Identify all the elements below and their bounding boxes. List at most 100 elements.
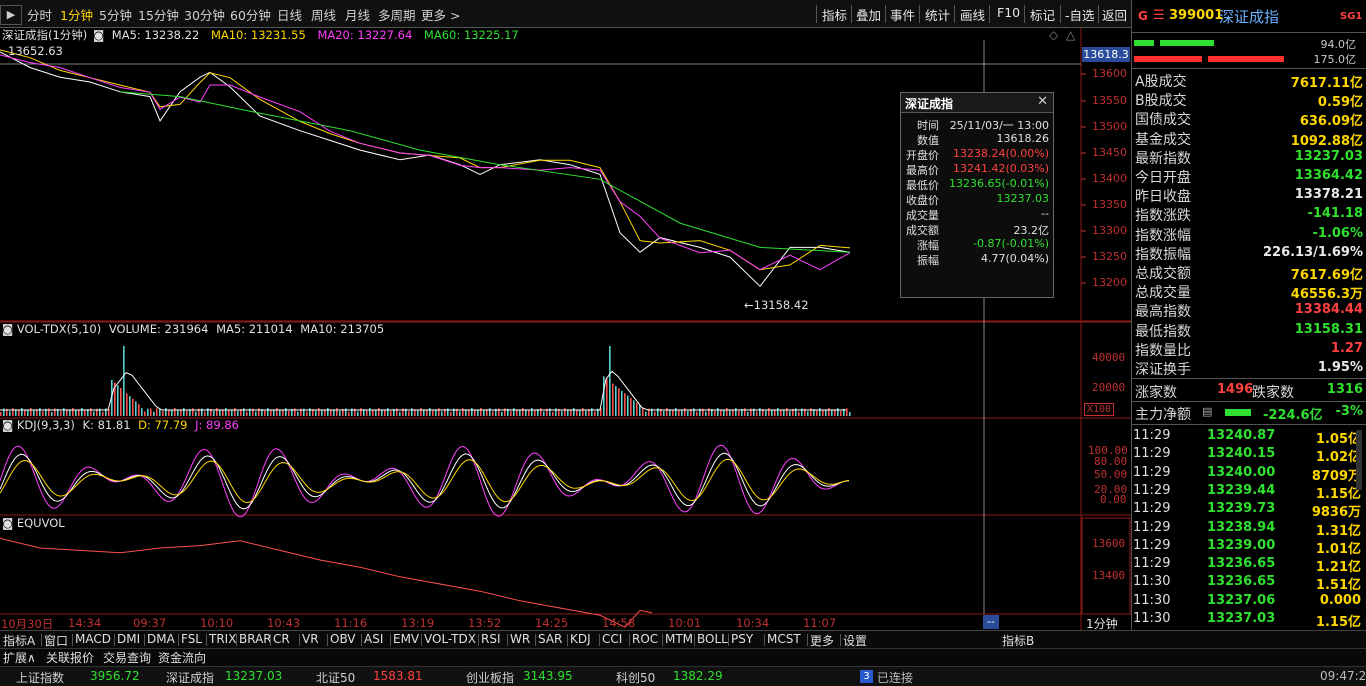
volume-bar: [735, 408, 737, 416]
volume-bar: [642, 408, 644, 416]
indicator-tab-24[interactable]: 更多: [810, 632, 834, 649]
list-icon[interactable]: ▤: [1202, 405, 1212, 418]
collapse-arrow-icon[interactable]: ▶: [0, 5, 22, 25]
tool-mark[interactable]: 标记: [1030, 5, 1055, 24]
indicator-tab-21[interactable]: BOLL: [697, 632, 728, 646]
period-30min[interactable]: 30分钟: [184, 5, 225, 24]
indicator-tab-b[interactable]: 指标B: [1002, 632, 1034, 649]
tool-back[interactable]: 返回: [1102, 5, 1127, 24]
period-15min[interactable]: 15分钟: [138, 5, 179, 24]
period-fenshi[interactable]: 分时: [27, 5, 52, 24]
tool-f10[interactable]: F10: [997, 5, 1020, 20]
stat-value: 1092.88亿: [1290, 133, 1363, 149]
tool-indicator[interactable]: 指标: [822, 5, 847, 24]
volume-bar: [795, 408, 797, 416]
indicator-tab-6[interactable]: TRIX: [209, 632, 236, 646]
period-1min[interactable]: 1分钟: [60, 5, 93, 24]
mainflow-bar: [1225, 409, 1251, 416]
indicator-tab-9[interactable]: VR: [302, 632, 319, 646]
kdj-j-line: [0, 444, 850, 518]
diamond-icon[interactable]: ◇: [1049, 28, 1058, 42]
status-index-name[interactable]: 北证50: [316, 669, 355, 686]
indicator-tab-19[interactable]: ROC: [632, 632, 658, 646]
menu-icon[interactable]: ☰: [1153, 8, 1165, 23]
volume-bar: [786, 408, 788, 416]
indicator-tab-12[interactable]: EMV: [393, 632, 419, 646]
tool-draw[interactable]: 画线: [960, 5, 985, 24]
tool-event[interactable]: 事件: [890, 5, 915, 24]
indicator-tab-25[interactable]: 设置: [843, 632, 867, 649]
stat-label: 今日开盘: [1135, 170, 1191, 186]
volume-bar: [204, 411, 206, 416]
indicator-tab-3[interactable]: DMI: [117, 632, 140, 646]
status-index-value: 1382.29: [673, 669, 723, 683]
chart-settings-icon[interactable]: ◙: [2, 418, 13, 432]
subtab-trade[interactable]: 交易查询: [103, 649, 151, 666]
status-index-name[interactable]: 科创50: [616, 669, 655, 686]
tool-stats[interactable]: 统计: [925, 5, 950, 24]
period-more[interactable]: 更多 >: [421, 5, 460, 24]
indicator-tab-10[interactable]: OBV: [330, 632, 356, 646]
status-index-name[interactable]: 上证指数: [16, 669, 64, 686]
chart-settings-icon[interactable]: ◙: [93, 28, 104, 42]
period-60min[interactable]: 60分钟: [230, 5, 271, 24]
period-day[interactable]: 日线: [277, 5, 302, 24]
indicator-tab-16[interactable]: SAR: [538, 632, 562, 646]
tool-overlay[interactable]: 叠加: [856, 5, 881, 24]
period-month[interactable]: 月线: [345, 5, 370, 24]
volume-bar: [144, 411, 146, 416]
tick-price: 13238.94: [1207, 519, 1276, 535]
subtab-related[interactable]: 关联报价: [46, 649, 94, 666]
volume-bar: [831, 410, 833, 416]
volume-bar: [591, 408, 593, 416]
tick-price: 13236.65: [1207, 556, 1276, 572]
tab-divider: [299, 634, 300, 646]
indicator-tab-20[interactable]: MTM: [665, 632, 693, 646]
indicator-tab-4[interactable]: DMA: [147, 632, 175, 646]
subtab-flow[interactable]: 资金流向: [158, 649, 206, 666]
indicator-tab-5[interactable]: FSL: [181, 632, 202, 646]
indicator-tab-15[interactable]: WR: [510, 632, 530, 646]
stat-label: 指数振幅: [1135, 246, 1191, 263]
period-5min[interactable]: 5分钟: [99, 5, 132, 24]
volume-bar: [279, 410, 281, 416]
indicator-tab-0[interactable]: 指标A: [3, 632, 35, 649]
indicator-tab-13[interactable]: VOL-TDX: [424, 632, 476, 646]
ratio-top: 94.0亿: [1320, 38, 1357, 51]
indicator-tab-14[interactable]: RSI: [481, 632, 501, 646]
indicator-tab-7[interactable]: BRAR: [239, 632, 272, 646]
period-multi[interactable]: 多周期: [378, 5, 416, 24]
xaxis-label: 11:07: [803, 616, 837, 630]
volume-bar: [417, 410, 419, 416]
volume-bar: [684, 408, 686, 416]
chart-settings-icon[interactable]: ◙: [2, 516, 13, 530]
close-icon[interactable]: ✕: [1037, 94, 1048, 109]
period-toolbar: 分时 1分钟 5分钟 15分钟 30分钟 60分钟 日线 周线 月线 多周期 更…: [0, 0, 1131, 28]
status-index-name[interactable]: 创业板指: [466, 669, 514, 686]
volume-bar: [186, 410, 188, 416]
indicator-tab-22[interactable]: PSY: [731, 632, 753, 646]
subtab-expand[interactable]: 扩展∧: [3, 649, 36, 666]
stat-value: 1.27: [1330, 340, 1363, 356]
volume-bar: [489, 408, 491, 416]
indicator-tab-1[interactable]: 窗口: [44, 632, 68, 649]
volume-bar: [12, 408, 14, 416]
down-count: 1316: [1326, 382, 1363, 397]
volume-bar: [390, 411, 392, 416]
indicator-tab-8[interactable]: CR: [273, 632, 290, 646]
status-index-name[interactable]: 深证成指: [166, 669, 214, 686]
ticks-scrollbar[interactable]: [1356, 430, 1362, 490]
chart-settings-icon[interactable]: ◙: [2, 322, 13, 336]
tick-row: 11:30 13236.65 1.51亿: [1133, 574, 1363, 593]
indicator-tab-23[interactable]: MCST: [767, 632, 801, 646]
indicator-tab-17[interactable]: KDJ: [570, 632, 591, 646]
indicator-tab-11[interactable]: ASI: [364, 632, 383, 646]
up-triangle-icon[interactable]: △: [1066, 28, 1075, 42]
indicator-tab-2[interactable]: MACD: [75, 632, 111, 646]
volume-bar: [816, 410, 818, 416]
tool-watchlist[interactable]: -自选: [1065, 5, 1095, 24]
indicator-tab-18[interactable]: CCI: [602, 632, 622, 646]
vol-ma5: MA5: 211014: [216, 322, 293, 336]
volume-bar: [474, 409, 476, 416]
period-week[interactable]: 周线: [311, 5, 336, 24]
